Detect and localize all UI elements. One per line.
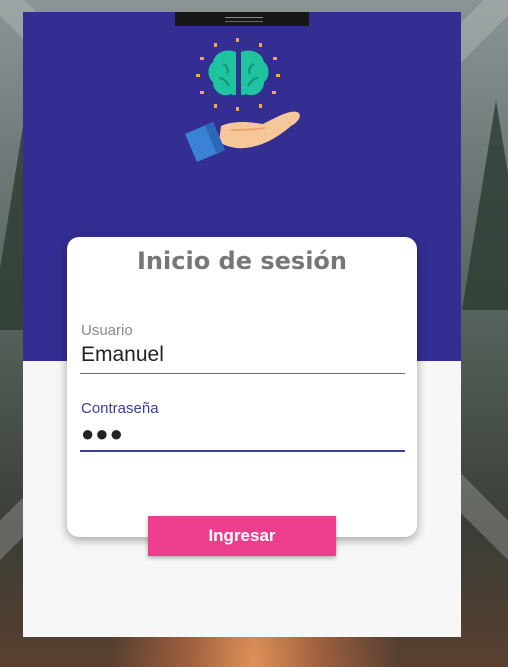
password-label: Contraseña bbox=[81, 400, 159, 417]
login-card: Inicio de sesión Usuario Emanuel Contras… bbox=[67, 237, 417, 537]
notch-speaker bbox=[225, 17, 263, 22]
phone-notch bbox=[175, 12, 309, 26]
phone-screen: Inicio de sesión Usuario Emanuel Contras… bbox=[23, 12, 461, 637]
brain-in-hand-icon bbox=[185, 38, 300, 162]
submit-button[interactable]: Ingresar bbox=[148, 516, 336, 556]
password-field[interactable]: ●●● bbox=[81, 421, 124, 447]
username-label: Usuario bbox=[81, 322, 133, 339]
password-underline bbox=[80, 450, 405, 452]
username-underline bbox=[80, 373, 405, 374]
username-field[interactable]: Emanuel bbox=[81, 343, 164, 367]
login-title: Inicio de sesión bbox=[137, 247, 347, 275]
background-tree bbox=[462, 100, 508, 310]
